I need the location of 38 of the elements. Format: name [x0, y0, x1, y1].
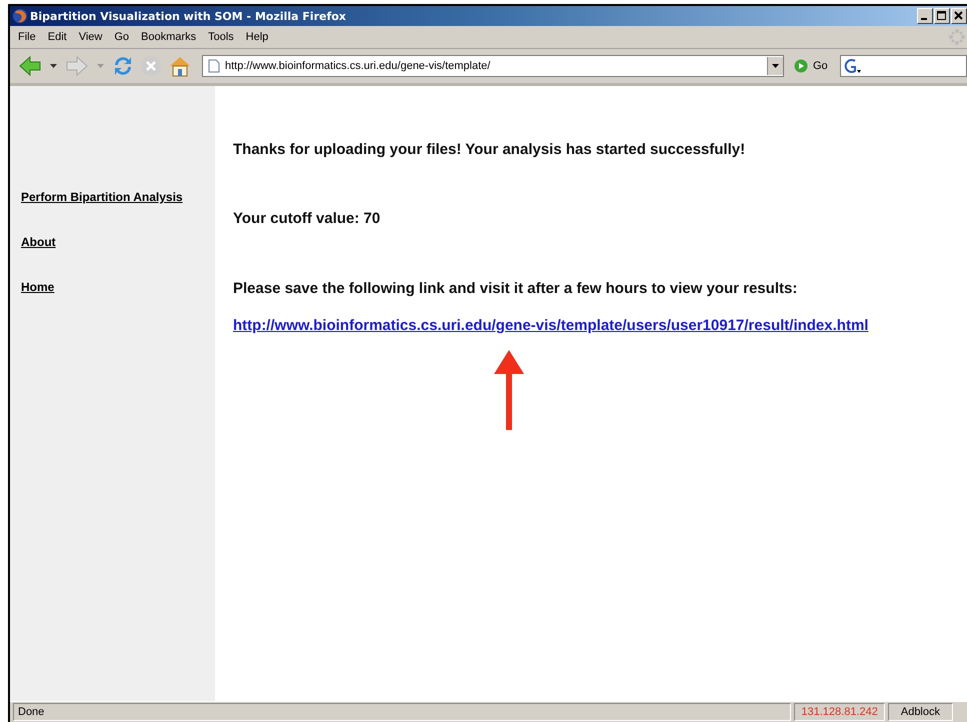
success-message: Thanks for uploading your files! Your analysis has started successfully!	[233, 141, 746, 158]
window-title: Bipartition Visualization with SOM - Mozilla Firefox	[30, 10, 348, 22]
address-field[interactable]: http://www.bioinformatics.cs.uri.edu/gene-vis/template/	[202, 55, 784, 77]
close-icon	[954, 11, 963, 20]
search-field[interactable]	[840, 55, 967, 77]
menu-item[interactable]: View	[78, 31, 102, 43]
maximize-button[interactable]	[934, 8, 950, 24]
instruction-text: Please save the following link and visit it after a few hours to view your results:	[233, 280, 798, 297]
dropdown-button[interactable]	[767, 57, 783, 75]
browser-logo-icon	[12, 8, 28, 24]
adblock-button[interactable]: Adblock	[888, 703, 953, 721]
minimize-button[interactable]	[917, 8, 933, 24]
play-icon	[794, 59, 808, 73]
dropdown-arrow-icon[interactable]	[50, 64, 57, 68]
status-text: Done	[13, 703, 792, 721]
back-button[interactable]	[18, 55, 42, 77]
menu-item[interactable]: File	[18, 31, 36, 43]
close-button[interactable]	[951, 8, 967, 24]
caret-icon	[772, 64, 779, 68]
sidebar-link[interactable]: Home	[21, 280, 215, 294]
sidebar-link[interactable]: About	[21, 235, 215, 249]
sidebar-link[interactable]: Perform Bipartition Analysis	[21, 190, 215, 204]
menu-item[interactable]: Go	[114, 31, 130, 43]
go-label: Go	[813, 60, 828, 72]
url-text: http://www.bioinformatics.cs.uri.edu/gene-vis/template/	[225, 60, 492, 72]
menu-item[interactable]: Bookmarks	[141, 31, 196, 43]
cutoff-text: Your cutoff value: 70	[233, 210, 382, 227]
result-link[interactable]: http://www.bioinformatics.cs.uri.edu/gene-vis/template/users/user10917/result/index.html	[233, 317, 967, 334]
menu-item[interactable]: Tools	[208, 31, 234, 43]
minimize-icon	[921, 18, 927, 20]
page-icon	[208, 59, 220, 73]
menu-item[interactable]: Help	[246, 31, 268, 43]
throbber-icon	[949, 29, 965, 45]
home-button[interactable]	[168, 55, 192, 77]
go-button[interactable]: Go	[794, 59, 828, 73]
maximize-icon	[937, 11, 946, 20]
menu-item[interactable]: Edit	[48, 31, 67, 43]
ip-address: 131.128.81.242	[794, 703, 885, 721]
